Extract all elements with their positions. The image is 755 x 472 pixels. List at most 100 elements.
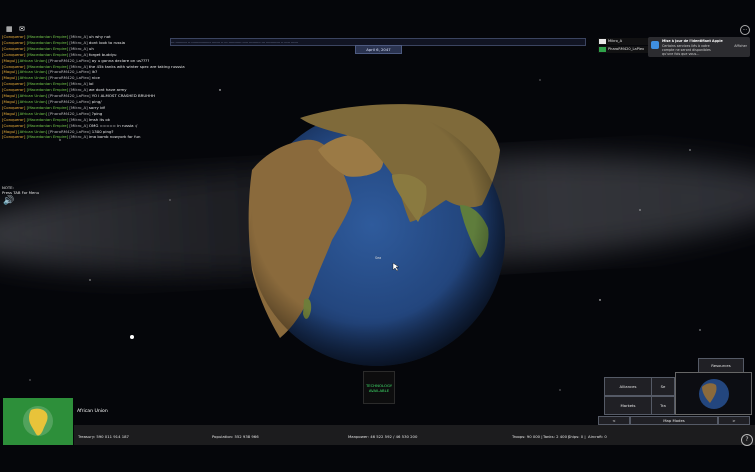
chat-channel-tag: [Mogul] xyxy=(2,98,17,104)
chat-text: we dont have army xyxy=(88,87,127,93)
chat-text: lmsh its ok xyxy=(88,116,111,122)
chat-username: [Mikro_A] xyxy=(69,134,88,140)
chat-username: [PharoRM420_LaPlex] xyxy=(48,128,91,134)
player-flag xyxy=(599,39,606,44)
chat-text: sorry idf xyxy=(88,104,105,110)
chat-username: [PharoRM420_LaPlex] xyxy=(48,57,91,63)
chat-text: ay u gonna declare on us???? xyxy=(91,57,150,63)
chat-nation-tag: [Macedonian Empire] xyxy=(26,87,69,93)
map-mode-prev-button[interactable]: < xyxy=(598,416,630,425)
tech-line: TECHNOLOGY xyxy=(365,382,393,388)
tanks-stat: Tanks: 2 400 | xyxy=(543,434,570,439)
stat-label: Aircraft: xyxy=(588,434,604,439)
volume-icon[interactable]: 🔊 xyxy=(3,196,14,206)
chat-nation-tag: [African Union] xyxy=(18,93,48,99)
population-stat: Population: 552 938 966 xyxy=(212,434,259,439)
chat-nation-tag: [African Union] xyxy=(18,98,48,104)
chat-channel-tag: [Conqueror] xyxy=(2,87,26,93)
chat-nation-tag: [Macedonian Empire] xyxy=(26,63,69,69)
notification-body: Certains services liés à votre compte ne… xyxy=(662,44,711,56)
stat-value: 90 000 xyxy=(526,434,541,439)
chat-nation-tag: [Macedonian Empire] xyxy=(26,45,69,51)
technology-available-button[interactable]: TECHNOLOGY AVAILABLE xyxy=(363,371,395,404)
chat-channel-tag: [Conqueror] xyxy=(2,81,26,87)
map-label: Sea xyxy=(375,256,382,260)
stat-value: 46 522 592 / 46 530 200 xyxy=(370,434,418,439)
chat-nation-tag: [Macedonian Empire] xyxy=(26,134,69,140)
nation-flag xyxy=(3,398,73,445)
map-mode-next-button[interactable]: > xyxy=(718,416,750,425)
chat-username: [Mikro_A] xyxy=(69,39,88,45)
alliances-button[interactable]: Alliances xyxy=(604,377,652,396)
aircraft-stat: Aircraft: 0 xyxy=(588,434,607,439)
chat-nation-tag: [Macedonian Empire] xyxy=(26,51,69,57)
ships-stat: Ships: 0 | xyxy=(568,434,586,439)
stat-label: Manpower: xyxy=(348,434,369,439)
more-options-icon[interactable]: ⋯ xyxy=(740,25,750,35)
chat-text: ?ping xyxy=(91,110,103,116)
stat-label: Population: xyxy=(212,434,234,439)
chat-username: [Mikro_A] xyxy=(69,104,88,110)
chat-text: ik? xyxy=(91,69,98,75)
stat-label: Troops: xyxy=(512,434,526,439)
chat-channel-tag: [Mogul] xyxy=(2,57,17,63)
chat-nation-tag: [Macedonian Empire] xyxy=(26,39,69,45)
chat-username: [PharoRM420_LaPlex] xyxy=(48,93,91,99)
chat-channel-tag: [Mogul] xyxy=(2,75,17,81)
chat-nation-tag: [Macedonian Empire] xyxy=(26,122,69,128)
chat-username: [PharoRM420_LaPlex] xyxy=(48,110,91,116)
chat-username: [Mikro_A] xyxy=(69,116,88,122)
chat-channel-tag: [Conqueror] xyxy=(2,39,26,45)
tech-line: AVAILABLE xyxy=(368,387,390,393)
chat-text: dont look to russia xyxy=(88,39,126,45)
help-hint: NOTE: Press TAB For Menu xyxy=(2,185,39,195)
trade-button[interactable]: Tra xyxy=(651,396,675,415)
roblox-menu-icon[interactable]: ▦ xyxy=(6,26,13,33)
chat-nation-tag: [African Union] xyxy=(18,110,48,116)
chat-nation-tag: [Macedonian Empire] xyxy=(26,81,69,87)
chat-toggle-icon[interactable]: ✉ xyxy=(19,26,26,33)
chat-text: OMG ===== in russia :/ xyxy=(88,122,138,128)
chat-username: [PharoRM420_LaPlex] xyxy=(48,69,91,75)
chat-username: [Mikro_A] xyxy=(69,34,88,39)
game-date: April 6, 2047 xyxy=(355,45,402,54)
chat-nation-tag: [African Union] xyxy=(18,57,48,63)
chat-username: [PharoRM420_LaPlex] xyxy=(48,98,91,104)
chat-channel-tag: [Mogul] xyxy=(2,93,17,99)
treasury-stat: Treasury: 590 011 914 187 xyxy=(78,434,129,439)
chat-channel-tag: [Mogul] xyxy=(2,110,17,116)
notification-action[interactable]: Afficher xyxy=(734,44,747,48)
chat-nation-tag: [Macedonian Empire] xyxy=(26,104,69,110)
player-name: PharoRM420_LaPlex xyxy=(608,47,645,51)
chat-text: lol xyxy=(88,81,94,87)
system-notification[interactable]: Mise à jour de l'identifiant Apple Certa… xyxy=(648,37,750,57)
chat-username: [Mikro_A] xyxy=(69,122,88,128)
nation-name: African Union xyxy=(77,409,108,414)
player-row[interactable]: Mikro_A xyxy=(598,38,650,45)
chat-channel-tag: [Conqueror] xyxy=(2,116,26,122)
chat-nation-tag: [African Union] xyxy=(18,128,48,134)
chat-channel-tag: [Conqueror] xyxy=(2,51,26,57)
stat-value: 0 xyxy=(604,434,607,439)
second-panel-button[interactable]: Se xyxy=(651,377,675,396)
chat-text: 1300 ping? xyxy=(91,128,114,134)
stats-bar: Treasury: 590 011 914 187 Population: 55… xyxy=(74,425,755,445)
app-icon xyxy=(651,41,659,49)
map-modes-button[interactable]: Map Modes xyxy=(630,416,718,425)
help-icon[interactable]: ? xyxy=(741,434,753,446)
chat-text: the 45k tanks with winter spec are takin… xyxy=(88,63,185,69)
chat-log: [Conqueror] [Macedonian Empire] [Mikro_A… xyxy=(2,34,252,140)
minimap[interactable] xyxy=(675,372,752,415)
chat-nation-tag: [African Union] xyxy=(18,69,48,75)
player-list: Mikro_A PharoRM420_LaPlex xyxy=(598,38,650,54)
chat-text: uh why not xyxy=(88,34,111,39)
player-row[interactable]: PharoRM420_LaPlex xyxy=(598,46,650,53)
chat-nation-tag: [Macedonian Empire] xyxy=(26,34,69,39)
stat-value: 0 xyxy=(580,434,584,439)
stat-label: Tanks: xyxy=(543,434,555,439)
markets-button[interactable]: Markets xyxy=(604,396,652,415)
chat-channel-tag: [Mogul] xyxy=(2,128,17,134)
notification-title: Mise à jour de l'identifiant Apple xyxy=(662,39,723,43)
chat-channel-tag: [Conqueror] xyxy=(2,104,26,110)
chat-username: [PharoRM420_LaPlex] xyxy=(48,75,91,81)
